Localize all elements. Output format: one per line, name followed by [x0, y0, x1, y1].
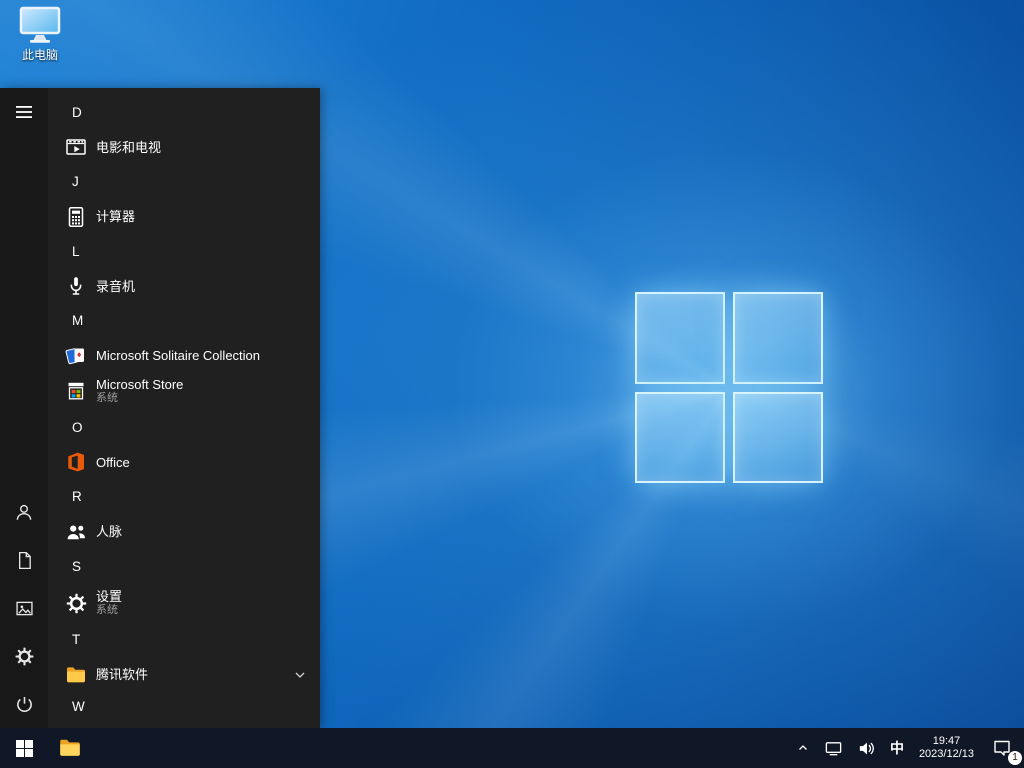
app-group-header-o[interactable]: O [48, 409, 320, 446]
taskbar-clock[interactable]: 19:47 2023/12/13 [911, 728, 982, 768]
app-item-microsoft-store[interactable]: Microsoft Store 系统 [48, 372, 320, 409]
app-item-solitaire[interactable]: Microsoft Solitaire Collection [48, 339, 320, 372]
hamburger-icon [16, 106, 32, 118]
group-letter: D [72, 104, 82, 120]
chevron-down-icon [294, 671, 306, 679]
windows-desktop: 此电脑 D 电影和电视 J 计算器 L 录音机 M Microsoft Soli… [0, 0, 1024, 768]
store-icon [64, 379, 88, 403]
group-letter: L [72, 243, 80, 259]
voice-recorder-icon [64, 274, 88, 298]
desktop-icon-this-pc[interactable]: 此电脑 [12, 6, 68, 63]
folder-icon [64, 663, 88, 687]
logo-pane [733, 292, 823, 384]
app-item-voice-recorder[interactable]: 录音机 [48, 270, 320, 303]
app-label: 设置 [96, 589, 123, 605]
user-icon [16, 504, 32, 520]
group-letter: R [72, 489, 82, 505]
app-label: 腾讯软件 [96, 667, 149, 683]
app-label: Microsoft Store [96, 376, 184, 392]
app-item-movies-tv[interactable]: 电影和电视 [48, 131, 320, 164]
app-item-people[interactable]: 人脉 [48, 515, 320, 548]
app-subtitle: 系统 [96, 391, 118, 404]
app-group-header-l[interactable]: L [48, 233, 320, 270]
this-pc-icon [19, 6, 61, 43]
solitaire-icon [64, 344, 88, 368]
notification-badge: 1 [1008, 751, 1022, 765]
document-icon [18, 551, 31, 569]
settings-gear-icon [64, 591, 88, 615]
power-icon [16, 696, 32, 712]
tray-overflow-chevron[interactable] [789, 728, 817, 768]
app-group-header-t[interactable]: T [48, 621, 320, 658]
settings-button[interactable] [0, 632, 48, 680]
taskbar: 中 19:47 2023/12/13 1 [0, 728, 1024, 768]
desktop-icon-label: 此电脑 [21, 48, 58, 62]
group-letter: S [72, 558, 82, 574]
group-letter: T [72, 632, 81, 648]
app-group-header-j[interactable]: J [48, 164, 320, 201]
power-button[interactable] [0, 680, 48, 728]
pictures-button[interactable] [0, 584, 48, 632]
pictures-icon [15, 601, 33, 615]
system-tray: 中 19:47 2023/12/13 1 [789, 728, 1024, 768]
movies-tv-icon [64, 135, 88, 159]
app-item-settings[interactable]: 设置 系统 [48, 585, 320, 622]
app-label: Office [96, 454, 130, 470]
ime-indicator[interactable]: 中 [883, 728, 911, 768]
rail-bottom-group [0, 488, 48, 728]
group-letter: M [72, 313, 84, 329]
app-label: Microsoft Solitaire Collection [96, 348, 261, 364]
start-menu-app-list: D 电影和电视 J 计算器 L 录音机 M Microsoft Solitair… [48, 88, 320, 728]
people-icon [64, 520, 88, 544]
app-group-header-s[interactable]: S [48, 548, 320, 585]
app-label: 电影和电视 [96, 139, 162, 155]
user-account-button[interactable] [0, 488, 48, 536]
start-menu: D 电影和电视 J 计算器 L 录音机 M Microsoft Solitair… [0, 88, 320, 728]
tray-date: 2023/12/13 [918, 748, 974, 760]
calculator-icon [64, 205, 88, 229]
action-center-button[interactable]: 1 [982, 728, 1022, 768]
network-tray-button[interactable] [817, 728, 850, 768]
chevron-up-icon [798, 745, 807, 750]
start-menu-rail [0, 88, 48, 728]
network-icon [825, 741, 842, 755]
app-text: Microsoft Store 系统 [96, 377, 183, 405]
app-group-header-d[interactable]: D [48, 94, 320, 131]
windows-logo-icon [15, 739, 33, 757]
file-explorer-button[interactable] [48, 728, 92, 768]
group-letter: O [72, 419, 83, 435]
windows-wallpaper-logo [635, 292, 823, 483]
app-group-header-w[interactable]: W [48, 691, 320, 728]
file-explorer-icon [60, 739, 80, 756]
app-subtitle: 系统 [96, 604, 118, 617]
hamburger-menu-button[interactable] [0, 88, 48, 136]
tray-time: 19:47 [932, 735, 961, 747]
speaker-icon [859, 742, 874, 754]
app-text: 设置 系统 [96, 589, 122, 617]
volume-tray-button[interactable] [850, 728, 883, 768]
office-icon [64, 450, 88, 474]
app-label: 录音机 [96, 278, 136, 294]
group-letter: W [72, 698, 85, 714]
gear-icon [15, 647, 33, 665]
app-group-header-r[interactable]: R [48, 478, 320, 515]
logo-pane [733, 391, 823, 483]
logo-pane [635, 292, 725, 384]
app-label: 计算器 [96, 209, 136, 225]
app-label: 人脉 [96, 524, 123, 540]
app-group-header-m[interactable]: M [48, 303, 320, 340]
documents-button[interactable] [0, 536, 48, 584]
app-item-office[interactable]: Office [48, 446, 320, 479]
logo-pane [635, 391, 725, 483]
group-letter: J [72, 174, 79, 190]
app-item-tencent-folder[interactable]: 腾讯软件 [48, 658, 320, 691]
start-button[interactable] [0, 728, 48, 768]
app-item-calculator[interactable]: 计算器 [48, 200, 320, 233]
